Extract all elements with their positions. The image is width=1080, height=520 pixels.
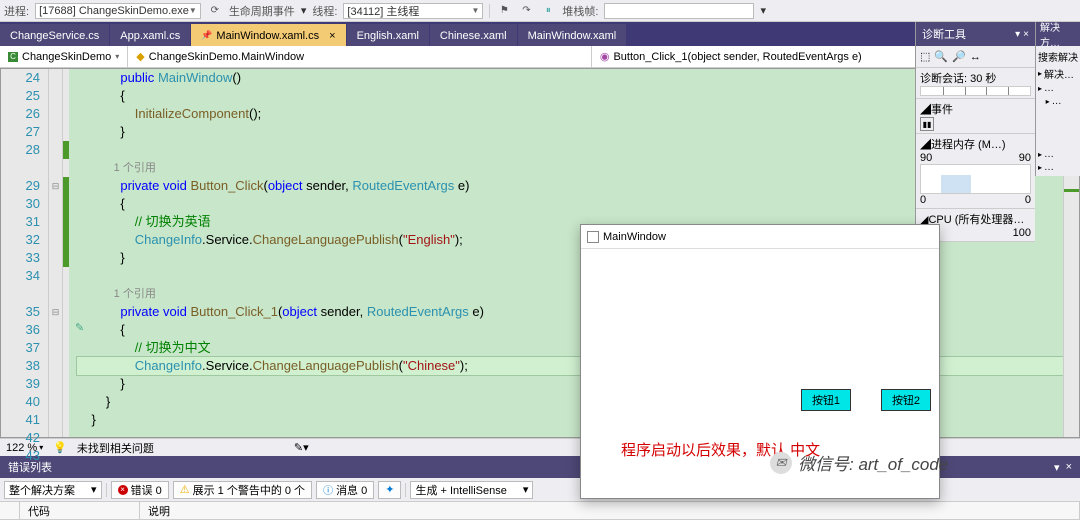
debug-toolbar: 进程: [17688] ChangeSkinDemo.exe▼ ⟳ 生命周期事件… (0, 0, 1080, 22)
diagnostics-title: 诊断工具 ▾× (916, 22, 1035, 46)
error-icon: × (118, 485, 128, 495)
process-combo[interactable]: [17688] ChangeSkinDemo.exe▼ (35, 3, 201, 19)
button-2[interactable]: 按钮2 (881, 389, 931, 411)
method-icon: ◉ (600, 50, 610, 63)
separator (106, 483, 107, 497)
class-icon: ◆ (136, 50, 144, 63)
app-title: MainWindow (603, 231, 666, 243)
timeline[interactable] (920, 86, 1031, 96)
crumb-file[interactable]: C ChangeSkinDemo ▾ (0, 46, 128, 67)
ruler-icon[interactable]: ↔ (970, 51, 981, 63)
events-label: ◢事件 (920, 101, 1031, 117)
tree-node[interactable]: ▸… (1038, 148, 1078, 161)
crumb-class[interactable]: ◆ ChangeSkinDemo.MainWindow (128, 46, 592, 67)
tab-mainwindow-xaml[interactable]: MainWindow.xaml (518, 24, 627, 46)
pause-icon: ▮▮ (920, 117, 934, 131)
search-solution[interactable]: 搜索解决 (1038, 48, 1078, 65)
tree-node[interactable]: ▸… (1038, 161, 1078, 174)
tab-mainwindow-xaml-cs[interactable]: 📌MainWindow.xaml.cs (191, 24, 345, 46)
memory-label: ◢进程内存 (M…) (920, 136, 1031, 152)
csharp-icon: C (8, 52, 18, 62)
tab-changeservice-cs[interactable]: ChangeService.cs (0, 24, 109, 46)
close-icon[interactable]: × (1066, 461, 1072, 474)
button-1[interactable]: 按钮1 (801, 389, 851, 411)
messages-filter[interactable]: ⓘ消息 0 (316, 481, 374, 499)
close-icon[interactable]: × (1023, 29, 1029, 40)
error-list-header: 代码 说明 (0, 502, 1080, 520)
chevron-down-icon: ▾ (115, 52, 119, 61)
solution-explorer: 解决方… 搜索解决 ▸解决… ▸… ▸… ▸… ▸… (1035, 22, 1080, 176)
tree-node[interactable]: ▸… (1038, 82, 1078, 95)
zoom-in-icon[interactable]: 🔍 (934, 50, 948, 63)
select-tool-icon[interactable]: ⬚ (920, 50, 930, 63)
warnings-filter[interactable]: ⚠展示 1 个警告中的 0 个 (173, 481, 312, 499)
chevron-down-icon: ▼ (471, 6, 479, 15)
chevron-down-icon: ▾ (301, 4, 307, 17)
chevron-right-icon: ▸ (1038, 69, 1042, 78)
diagnostics-panel: 诊断工具 ▾× ⬚ 🔍 🔎 ↔ 诊断会话: 30 秒 ◢事件 ▮▮ ◢进程内存 … (915, 22, 1035, 242)
dropdown-icon[interactable]: ▾ (1054, 461, 1060, 474)
solution-title: 解决方… (1036, 22, 1080, 46)
build-combo[interactable]: 生成 + IntelliSense▾ (410, 481, 533, 499)
scope-combo[interactable]: 整个解决方案▾ (4, 481, 102, 499)
events-section[interactable]: ◢事件 ▮▮ (916, 99, 1035, 134)
separator (489, 4, 490, 18)
app-titlebar[interactable]: MainWindow (581, 225, 939, 249)
issues-text: 未找到相关问题 (77, 440, 154, 456)
errors-filter[interactable]: ×错误 0 (111, 481, 169, 499)
paintbrush-icon: ✎ (75, 321, 84, 334)
line-gutter: 2425262728293031323334353637383940414243 (1, 69, 49, 437)
zoom-out-icon[interactable]: 🔎 (952, 50, 966, 63)
pause-icon[interactable]: ⏸ (540, 3, 556, 19)
chevron-down-icon: ▾ (760, 4, 766, 17)
fold-column[interactable]: ⊟⊟ (49, 69, 63, 437)
watermark: ✉ 微信号: art_of_code (770, 450, 948, 475)
build-filter[interactable]: ✦ (378, 481, 401, 499)
tab-app-xaml-cs[interactable]: App.xaml.cs (110, 24, 190, 46)
app-icon (587, 231, 599, 243)
lifecycle-label: 生命周期事件 (229, 3, 295, 19)
chevron-down-icon: ▼ (189, 6, 197, 15)
process-label: 进程: (4, 3, 29, 19)
wechat-icon: ✉ (770, 452, 792, 474)
tab-english-xaml[interactable]: English.xaml (347, 24, 429, 46)
memory-section[interactable]: ◢进程内存 (M…) 9090 00 (916, 134, 1035, 209)
tray-icon[interactable]: ✎▾ (294, 441, 309, 454)
stack-label: 堆栈帧: (562, 3, 598, 19)
warning-icon: ⚠ (180, 483, 190, 496)
scroll-mark (1064, 189, 1079, 192)
session-label: 诊断会话: 30 秒 (920, 70, 1031, 86)
thread-label: 线程: (312, 3, 337, 19)
flag-icon[interactable]: ⚑ (496, 3, 512, 19)
solution-node[interactable]: ▸解决… (1038, 65, 1078, 82)
tree-node[interactable]: ▸… (1038, 95, 1078, 108)
diag-toolbar: ⬚ 🔍 🔎 ↔ (916, 46, 1035, 68)
pin-icon[interactable]: 📌 (201, 30, 212, 41)
dropdown-icon[interactable]: ▾ (1015, 29, 1020, 40)
intellisense-icon: ✦ (385, 483, 394, 496)
thread-combo[interactable]: [34112] 主线程▼ (343, 3, 483, 19)
lifecycle-icon[interactable]: ⟳ (207, 3, 223, 19)
memory-chart (920, 164, 1031, 194)
info-icon: ⓘ (323, 482, 333, 497)
tab-chinese-xaml[interactable]: Chinese.xaml (430, 24, 517, 46)
step-icon[interactable]: ↷ (518, 3, 534, 19)
stackframe-combo[interactable] (604, 3, 754, 19)
separator (405, 483, 406, 497)
session-section: 诊断会话: 30 秒 (916, 68, 1035, 99)
